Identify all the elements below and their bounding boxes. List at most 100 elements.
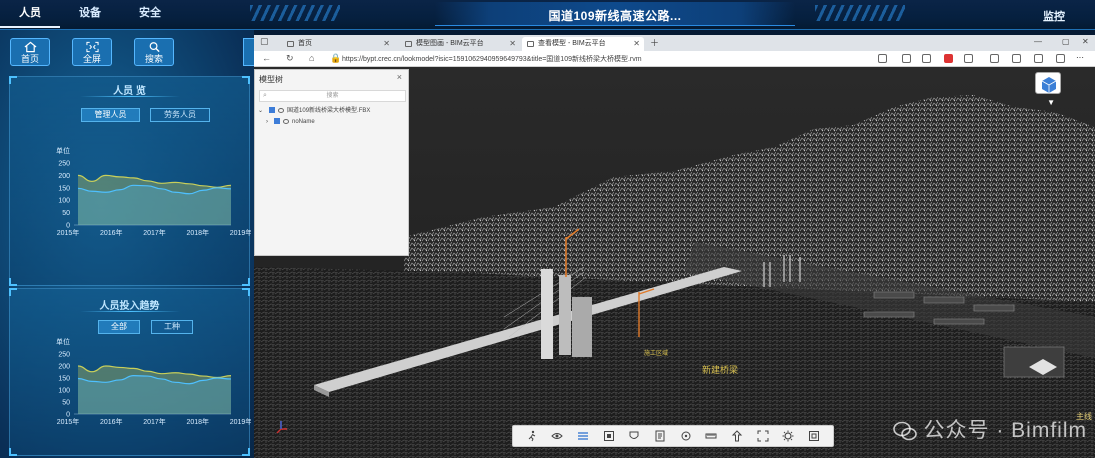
- personnel-trend-card: 人员投入趋势 全部 工种 单位 250 200 150 100 50 0 2015年 2016年…: [9, 288, 251, 456]
- nav-monitor[interactable]: 监控: [1043, 8, 1065, 24]
- nav-equipment[interactable]: 设备: [60, 0, 120, 28]
- view-button[interactable]: [551, 430, 564, 442]
- extension-icon[interactable]: [964, 54, 973, 63]
- window-close-icon[interactable]: ✕: [1082, 37, 1089, 46]
- tree-node-label: noName: [292, 119, 315, 125]
- x-tick-label: 2015年: [57, 228, 80, 237]
- walk-icon: [528, 430, 536, 442]
- expand-icon[interactable]: ›: [266, 119, 268, 125]
- collections-icon[interactable]: [1034, 54, 1043, 63]
- browser-window: ▢ 首页 ✕ 模型图画 - BIM云平台 ✕ 查看模型 - BIM云平台 ✕ ＋ — …: [254, 35, 1095, 458]
- home-button[interactable]: 首页: [10, 38, 50, 66]
- y-tick-label: 250: [58, 161, 70, 168]
- walk-button[interactable]: [526, 430, 538, 442]
- y-tick-label: 100: [58, 198, 70, 205]
- target-button[interactable]: [680, 430, 692, 442]
- personnel-overview-card: 人员 览 管理人员 劳务人员 单位 250 200 150 100 50 0 2015年 201…: [9, 76, 251, 286]
- bridge-pylon: [541, 269, 553, 359]
- scene-label: 新建桥梁: [702, 364, 738, 375]
- gear-icon: [782, 430, 794, 442]
- y-tick-label: 150: [58, 185, 70, 192]
- home-icon: [24, 41, 36, 52]
- view-menu-icon[interactable]: ▼: [1047, 98, 1055, 107]
- page-icon: [405, 41, 412, 47]
- back-icon[interactable]: ←: [262, 53, 271, 63]
- address-bar: ← ↻ ⌂ 🔒 https://bypt.crec.cn/lookmodel?i…: [254, 51, 1095, 67]
- maximize-icon[interactable]: ▢: [1062, 37, 1070, 46]
- tab-home[interactable]: 首页 ✕: [282, 37, 394, 51]
- eye-icon: [551, 433, 564, 439]
- nav-personnel[interactable]: 人员: [0, 0, 60, 28]
- fit-button[interactable]: [757, 430, 769, 442]
- page-icon: [527, 41, 534, 47]
- x-tick-label: 2015年: [57, 417, 80, 426]
- read-aloud-icon[interactable]: [878, 54, 887, 63]
- tree-title: 模型树: [259, 75, 283, 84]
- tree-search-input[interactable]: ⌕ 搜索: [259, 90, 406, 102]
- layers-button[interactable]: [577, 430, 589, 442]
- close-icon[interactable]: ✕: [383, 37, 390, 51]
- y-axis-label: 单位: [56, 146, 70, 155]
- search-placeholder: 搜索: [326, 93, 339, 99]
- properties-button[interactable]: [654, 430, 666, 442]
- fullscreen-viewer-button[interactable]: [808, 430, 820, 442]
- tree-node-child[interactable]: › noName: [266, 117, 315, 127]
- watermark: 公众号 · Bimfilm: [892, 414, 1088, 444]
- lock-icon: 🔒: [330, 53, 342, 63]
- url-field[interactable]: https://bypt.crec.cn/lookmodel?isic=1591…: [342, 54, 642, 64]
- fullscreen-icon: [85, 41, 99, 52]
- minimize-icon[interactable]: —: [1034, 37, 1042, 46]
- more-tools-edge[interactable]: [243, 38, 254, 66]
- tab-actions-icon[interactable]: ▢: [260, 36, 269, 47]
- y-tick-label: 250: [58, 352, 70, 359]
- bridge-pier: [572, 297, 592, 357]
- model-tree-panel: 模型树 × ⌕ 搜索 ⌄ 国道109新线桥梁大桥模型.FBX › noName: [254, 69, 409, 256]
- tab-label: 首页: [298, 40, 312, 47]
- x-tick-label: 2016年: [100, 228, 123, 237]
- eye-icon[interactable]: [283, 118, 289, 124]
- fullscreen-button[interactable]: 全屏: [72, 38, 112, 66]
- tree-close-icon[interactable]: ×: [397, 72, 402, 82]
- tab-view-model[interactable]: 查看模型 - BIM云平台 ✕: [522, 37, 644, 51]
- split-screen-icon[interactable]: [990, 54, 999, 63]
- checkbox-icon[interactable]: [274, 118, 280, 125]
- trend-chart: 单位 250 200 150 100 50 02015年 2016年 2017年 2018年 201…: [56, 337, 251, 426]
- nav-safety[interactable]: 安全: [120, 0, 180, 28]
- collapse-icon[interactable]: ⌄: [258, 108, 263, 114]
- search-button[interactable]: 搜索: [134, 38, 174, 66]
- favorite-icon[interactable]: [902, 54, 911, 63]
- favorites-icon[interactable]: [1012, 54, 1021, 63]
- profile-icon[interactable]: [1056, 54, 1065, 63]
- new-tab-button[interactable]: ＋: [650, 36, 659, 49]
- home-view-button[interactable]: [731, 430, 743, 442]
- tab-label: 模型图画 - BIM云平台: [416, 40, 484, 47]
- y-tick-label: 200: [58, 364, 70, 371]
- x-tick-label: 2018年: [186, 228, 209, 237]
- home-page-icon[interactable]: ⌂: [309, 53, 314, 63]
- reload-icon[interactable]: ↻: [286, 53, 294, 64]
- more-icon[interactable]: ···: [1076, 54, 1085, 63]
- eye-icon[interactable]: [278, 107, 285, 113]
- x-tick-label: 2018年: [186, 417, 209, 426]
- tab-strip: ▢ 首页 ✕ 模型图画 - BIM云平台 ✕ 查看模型 - BIM云平台 ✕ ＋ — …: [254, 35, 1095, 51]
- y-tick-label: 50: [62, 210, 70, 217]
- document-icon: [655, 430, 665, 442]
- y-tick-label: 100: [58, 388, 70, 395]
- close-icon[interactable]: ✕: [633, 37, 640, 51]
- model-viewport[interactable]: 新建桥梁 施工区域 主线 模型树 × ⌕ 搜索 ⌄ 国道109新线桥梁大桥模型.F…: [254, 67, 1095, 458]
- settings-button[interactable]: [782, 430, 794, 442]
- section-button[interactable]: [603, 430, 615, 442]
- shield-button[interactable]: [628, 430, 640, 442]
- checkbox-icon[interactable]: [269, 107, 276, 114]
- measure-button[interactable]: [705, 430, 717, 442]
- viewcube[interactable]: [1035, 72, 1061, 94]
- tree-node-root[interactable]: ⌄ 国道109新线桥梁大桥模型.FBX: [258, 106, 370, 116]
- tab-model-drawing[interactable]: 模型图画 - BIM云平台 ✕: [400, 37, 520, 51]
- x-tick-label: 2017年: [143, 417, 166, 426]
- personnel-chart: 单位 250 200 150 100 50 02015年 2016年 2017年 2018年 201…: [56, 146, 251, 237]
- extension-icon[interactable]: [922, 54, 931, 63]
- home-label: 首页: [20, 53, 39, 64]
- close-icon[interactable]: ✕: [509, 37, 516, 51]
- wechat-icon: [892, 422, 917, 441]
- extension-red-icon[interactable]: [944, 54, 953, 63]
